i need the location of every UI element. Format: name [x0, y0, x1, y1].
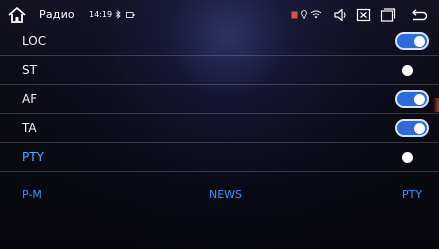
toggle-knob [414, 36, 425, 47]
setting-label: AF [22, 92, 38, 106]
location-icon [301, 10, 307, 19]
bluetooth-icon [115, 10, 121, 19]
recent-apps-icon [380, 8, 396, 22]
bottom-bar: P-M NEWS PTY [0, 188, 439, 210]
sd-card-icon [291, 11, 298, 19]
toggle-knob [414, 123, 425, 134]
edge-glow [433, 98, 439, 112]
pty-button[interactable]: PTY [402, 188, 422, 201]
setting-label: PTY [22, 150, 44, 164]
setting-label: ST [22, 63, 37, 77]
clock: 14:19 [89, 10, 113, 19]
st-toggle[interactable] [395, 61, 429, 79]
volume-icon [334, 8, 346, 22]
back-button[interactable] [410, 7, 428, 23]
volume-button[interactable] [333, 7, 349, 23]
setting-row-loc: LOC [0, 27, 439, 56]
setting-label: TA [22, 121, 37, 135]
close-window-button[interactable] [356, 7, 372, 23]
status-bar: Радио 14:19 [0, 0, 439, 30]
close-window-icon [356, 8, 371, 22]
loc-toggle[interactable] [395, 32, 429, 50]
recent-apps-button[interactable] [380, 7, 396, 23]
home-icon [8, 7, 26, 23]
battery-icon [126, 12, 135, 18]
home-button[interactable] [7, 5, 27, 25]
settings-list: LOC ST AF TA PTY [0, 27, 439, 172]
toggle-knob [402, 152, 413, 163]
ta-toggle[interactable] [395, 119, 429, 137]
setting-row-st: ST [0, 56, 439, 85]
setting-label: LOC [22, 34, 47, 48]
pty-toggle[interactable] [395, 148, 429, 166]
toggle-knob [402, 65, 413, 76]
af-toggle[interactable] [395, 90, 429, 108]
p-m-button[interactable]: P-M [22, 188, 42, 201]
toggle-knob [414, 94, 425, 105]
setting-row-af: AF [0, 85, 439, 114]
news-button[interactable]: NEWS [209, 188, 242, 201]
wifi-icon [310, 10, 322, 19]
setting-row-ta: TA [0, 114, 439, 143]
app-title: Радио [39, 8, 75, 21]
back-icon [412, 9, 428, 21]
setting-row-pty: PTY [0, 143, 439, 172]
